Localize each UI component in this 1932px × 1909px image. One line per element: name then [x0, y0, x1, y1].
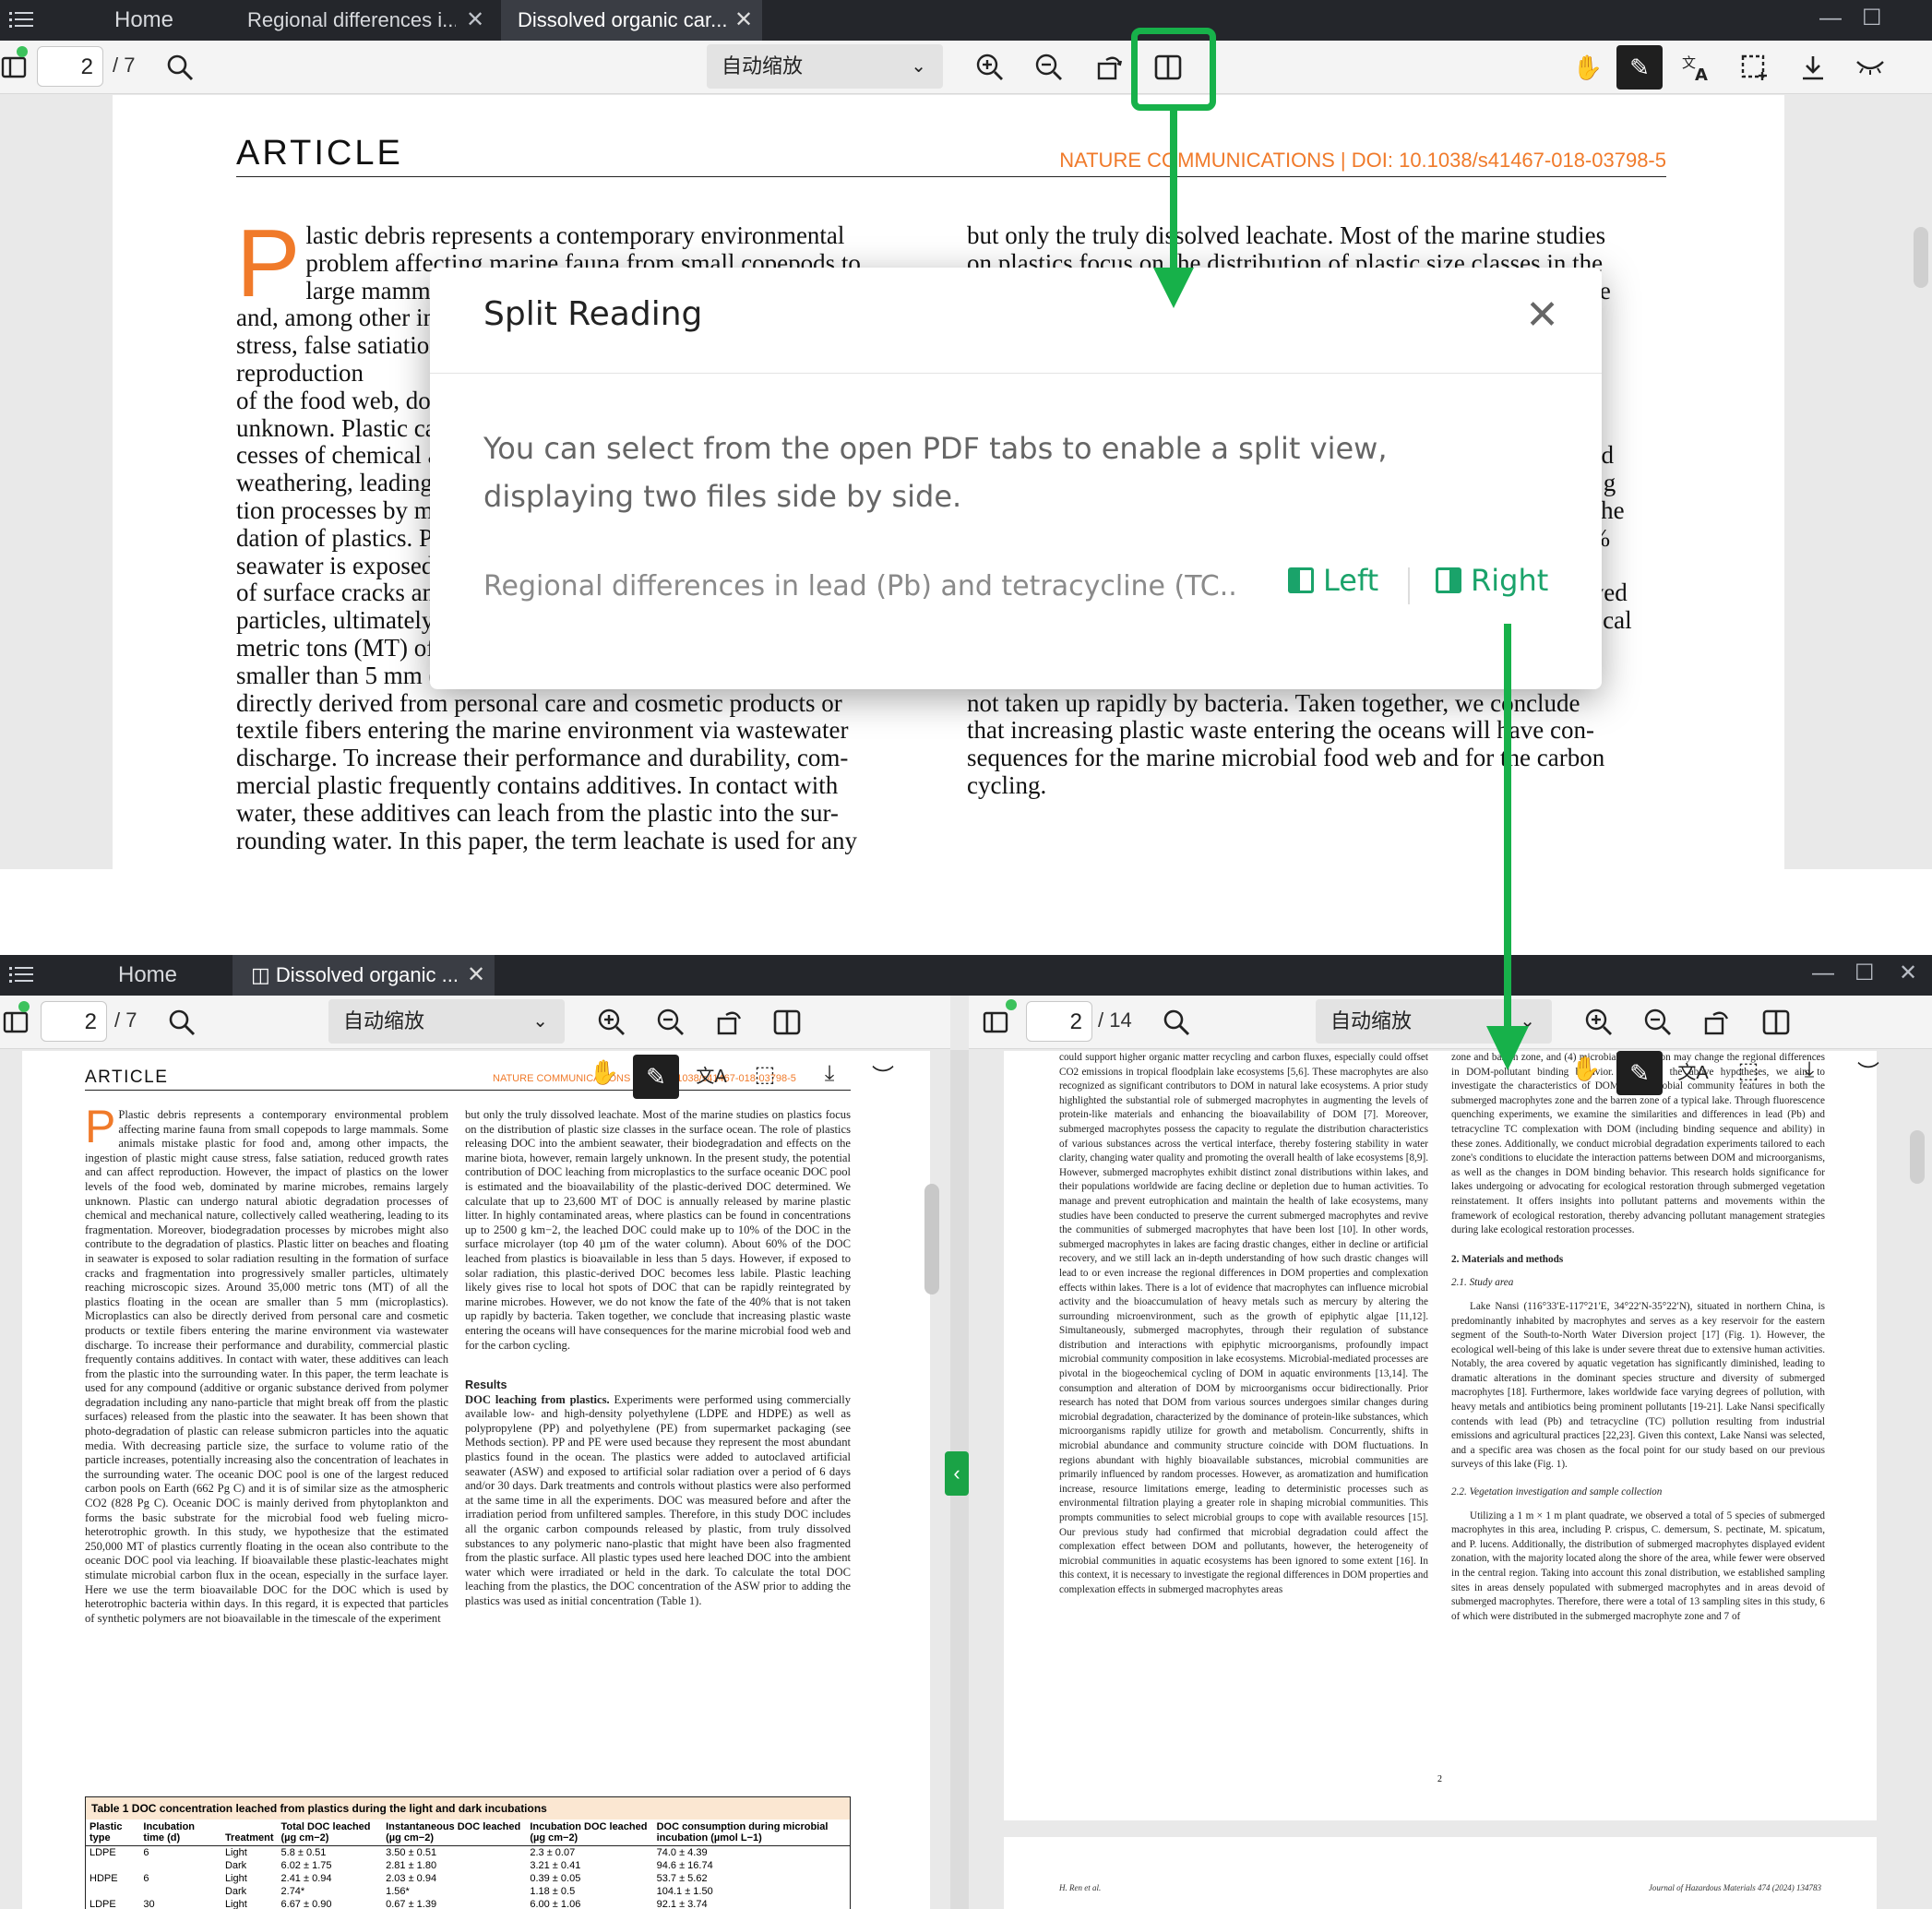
arrow-head-1 — [1153, 268, 1194, 308]
annotation-arrows — [1153, 111, 1529, 1070]
arrow-head-2 — [1486, 1026, 1529, 1070]
